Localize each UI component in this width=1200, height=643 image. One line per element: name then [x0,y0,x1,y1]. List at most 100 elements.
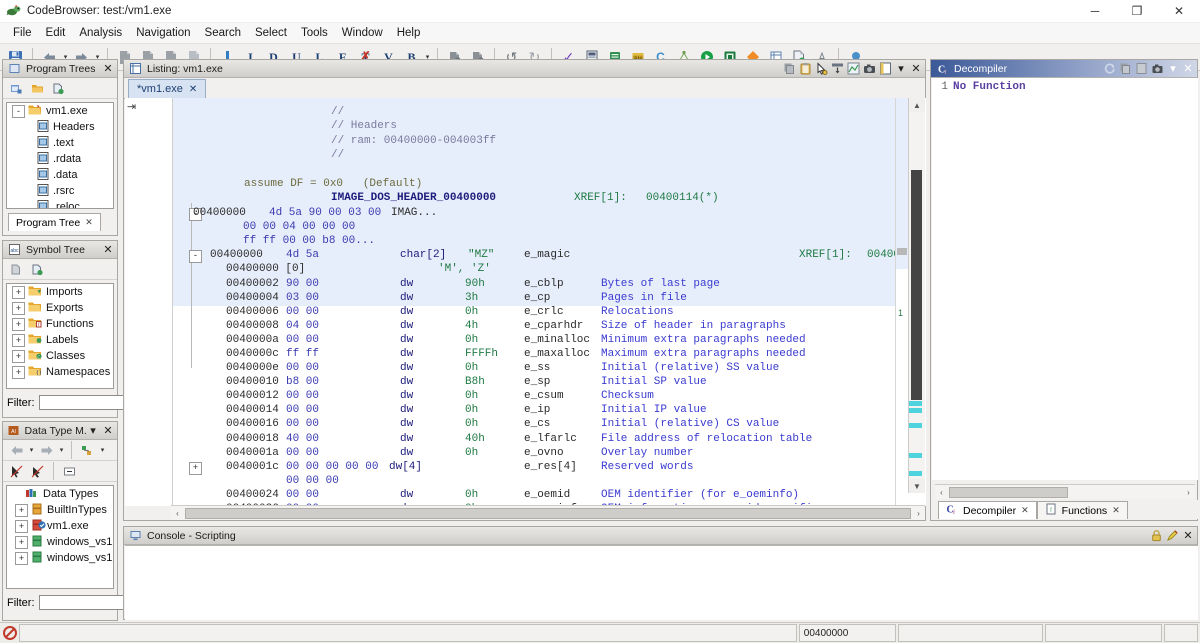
listing-scroll-up-arrow-icon[interactable]: ▲ [909,98,925,112]
copy-icon[interactable] [782,61,797,76]
tree-node-text[interactable]: .text [7,135,113,151]
listing-field[interactable]: e_cs [524,417,550,432]
listing-field[interactable]: e_maxalloc [524,347,590,362]
listing-line[interactable]: 0040000290 00dw90he_cblpBytes of last pa… [125,277,926,292]
close-button[interactable]: ✕ [1158,0,1200,22]
listing-field[interactable]: 04 00 [286,319,319,334]
listing-field[interactable]: 0h [465,333,478,348]
listing-field[interactable]: assume DF = 0x0 (Default) [244,177,422,192]
symbol-filter-icon[interactable] [7,260,26,278]
listing-field[interactable]: dw [400,488,413,503]
listing-scroll-right-arrow-icon[interactable]: › [912,509,925,518]
listing-marker-column[interactable]: 1 [895,98,908,506]
listing-line[interactable]: 0040000cff ffdwFFFFhe_maxallocMaximum ex… [125,347,926,362]
listing-line[interactable]: 0040001840 00dw40he_lfarlcFile address o… [125,432,926,447]
symbol-expander-labels[interactable]: + [12,334,25,347]
listing-field[interactable]: 00400014 [226,403,279,418]
listing-line[interactable]: assume DF = 0x0 (Default) [125,177,926,192]
listing-field[interactable]: XREF[1]: [574,191,627,206]
listing-field[interactable]: Initial (relative) SS value [601,361,779,376]
symbol-tree-view[interactable]: + Imports + Exports + f Functions + Labe… [6,283,114,389]
maximize-button[interactable]: ❐ [1116,0,1158,22]
console-close-icon[interactable]: ✕ [1181,528,1195,543]
diff-view-icon[interactable] [846,61,861,76]
listing-line[interactable]: 0040000e00 00dw0he_ssInitial (relative) … [125,361,926,376]
symbol-node-namespaces[interactable]: + {} Namespaces [7,364,113,380]
data-types-tree-view[interactable]: Data Types + BuiltInTypes + vm1.exe + wi… [6,485,114,589]
listing-field[interactable]: 0040000c [226,347,279,362]
listing-field[interactable]: 00400000 [0] [226,262,305,277]
tree-node-data[interactable]: .data [7,167,113,183]
dtm-node-builtintypes[interactable]: + BuiltInTypes [7,502,113,518]
dtm-node-windows-vs12-32[interactable]: + windows_vs12_32 [7,534,113,550]
listing-field[interactable]: // ram: 00400000-004003ff [331,134,496,149]
listing-field[interactable]: e_cblp [524,277,564,292]
tab-decompiler-close-icon[interactable]: ✕ [1021,505,1029,516]
listing-field[interactable]: dw [400,375,413,390]
listing-field[interactable]: dw [400,305,413,320]
listing-field[interactable]: b8 00 [286,375,319,390]
menu-select[interactable]: Select [248,25,294,41]
listing-field[interactable]: 00 00 00 00 00 [286,460,378,475]
listing-field[interactable]: dw [400,432,413,447]
decompiler-body[interactable]: 1 No Function [932,78,1198,480]
listing-field[interactable]: 90 00 [286,277,319,292]
listing-field[interactable]: 4d 5a 90 00 03 00 [269,206,381,221]
listing-field[interactable]: e_res[4] [524,460,577,475]
decompiler-hscroll-thumb[interactable] [949,487,1068,498]
tab-program-tree[interactable]: Program Tree ✕ [8,213,101,231]
menu-edit[interactable]: Edit [39,25,73,41]
sort-icon[interactable] [78,441,97,459]
open-folder-icon[interactable] [28,79,47,97]
export-icon[interactable] [1150,61,1165,76]
listing-field[interactable]: 00400012 [226,389,279,404]
symbol-node-labels[interactable]: + Labels [7,332,113,348]
forward-arrow-icon[interactable] [37,441,56,459]
listing-field[interactable]: Minimum extra paragraphs needed [601,333,806,348]
listing-close-icon[interactable]: ✕ [909,61,923,76]
toggle-header-icon[interactable] [830,61,845,76]
minimize-button[interactable]: ─ [1074,0,1116,22]
dtm-expander-builtintypes[interactable]: + [15,504,28,517]
listing-field[interactable]: Relocations [601,305,674,320]
listing-line[interactable]: // ram: 00400000-004003ff [125,134,926,149]
listing-field[interactable]: 00 00 [286,305,319,320]
tree-node-headers[interactable]: Headers [7,119,113,135]
listing-field[interactable]: e_cp [524,291,550,306]
listing-field[interactable]: Overlay number [601,446,693,461]
symbol-expander-namespaces[interactable]: + [12,366,25,379]
decompiler-menu-caret-icon[interactable]: ▾ [1166,61,1180,76]
listing-field[interactable]: dw [400,319,413,334]
listing-field[interactable]: dw [400,333,413,348]
listing-field[interactable]: e_lfarlc [524,432,577,447]
listing-field[interactable]: 0h [465,417,478,432]
listing-line[interactable]: // [125,105,926,120]
listing-field[interactable]: e_crlc [524,305,564,320]
collapse-all-icon[interactable] [60,462,79,480]
listing-field[interactable]: XREF[1]: [799,248,852,263]
decompiler-scroll-right-arrow-icon[interactable]: › [1182,488,1195,497]
listing-field[interactable]: 0040000a [226,333,279,348]
program-tree-icon[interactable] [49,79,68,97]
listing-field[interactable]: // [331,105,344,120]
listing-field[interactable]: 0h [465,305,478,320]
listing-field[interactable]: ff ff 00 00 b8 00... [243,234,375,249]
listing-field[interactable]: "MZ" [468,248,494,263]
listing-scroll-down-arrow-icon[interactable]: ▼ [909,479,925,493]
listing-field[interactable]: dw [400,403,413,418]
symbol-expander-imports[interactable]: + [12,286,25,299]
snapshot-camera-icon[interactable] [862,61,877,76]
listing-field[interactable]: 03 00 [286,291,319,306]
dtm-expander-windows-vs12-32[interactable]: + [15,536,28,549]
listing-field[interactable]: dw [400,446,413,461]
listing-field[interactable]: Reserved words [601,460,693,475]
listing-field[interactable]: 00 00 [286,403,319,418]
symbol-expander-classes[interactable]: + [12,350,25,363]
menu-help[interactable]: Help [390,25,428,41]
lock-icon[interactable] [1149,528,1164,543]
listing-field[interactable]: // Headers [331,119,397,134]
listing-field[interactable]: Bytes of last page [601,277,720,292]
listing-line[interactable]: 0040001a00 00dw0he_ovnoOverlay number [125,446,926,461]
menu-window[interactable]: Window [335,25,390,41]
select-cursor-icon[interactable] [814,61,829,76]
